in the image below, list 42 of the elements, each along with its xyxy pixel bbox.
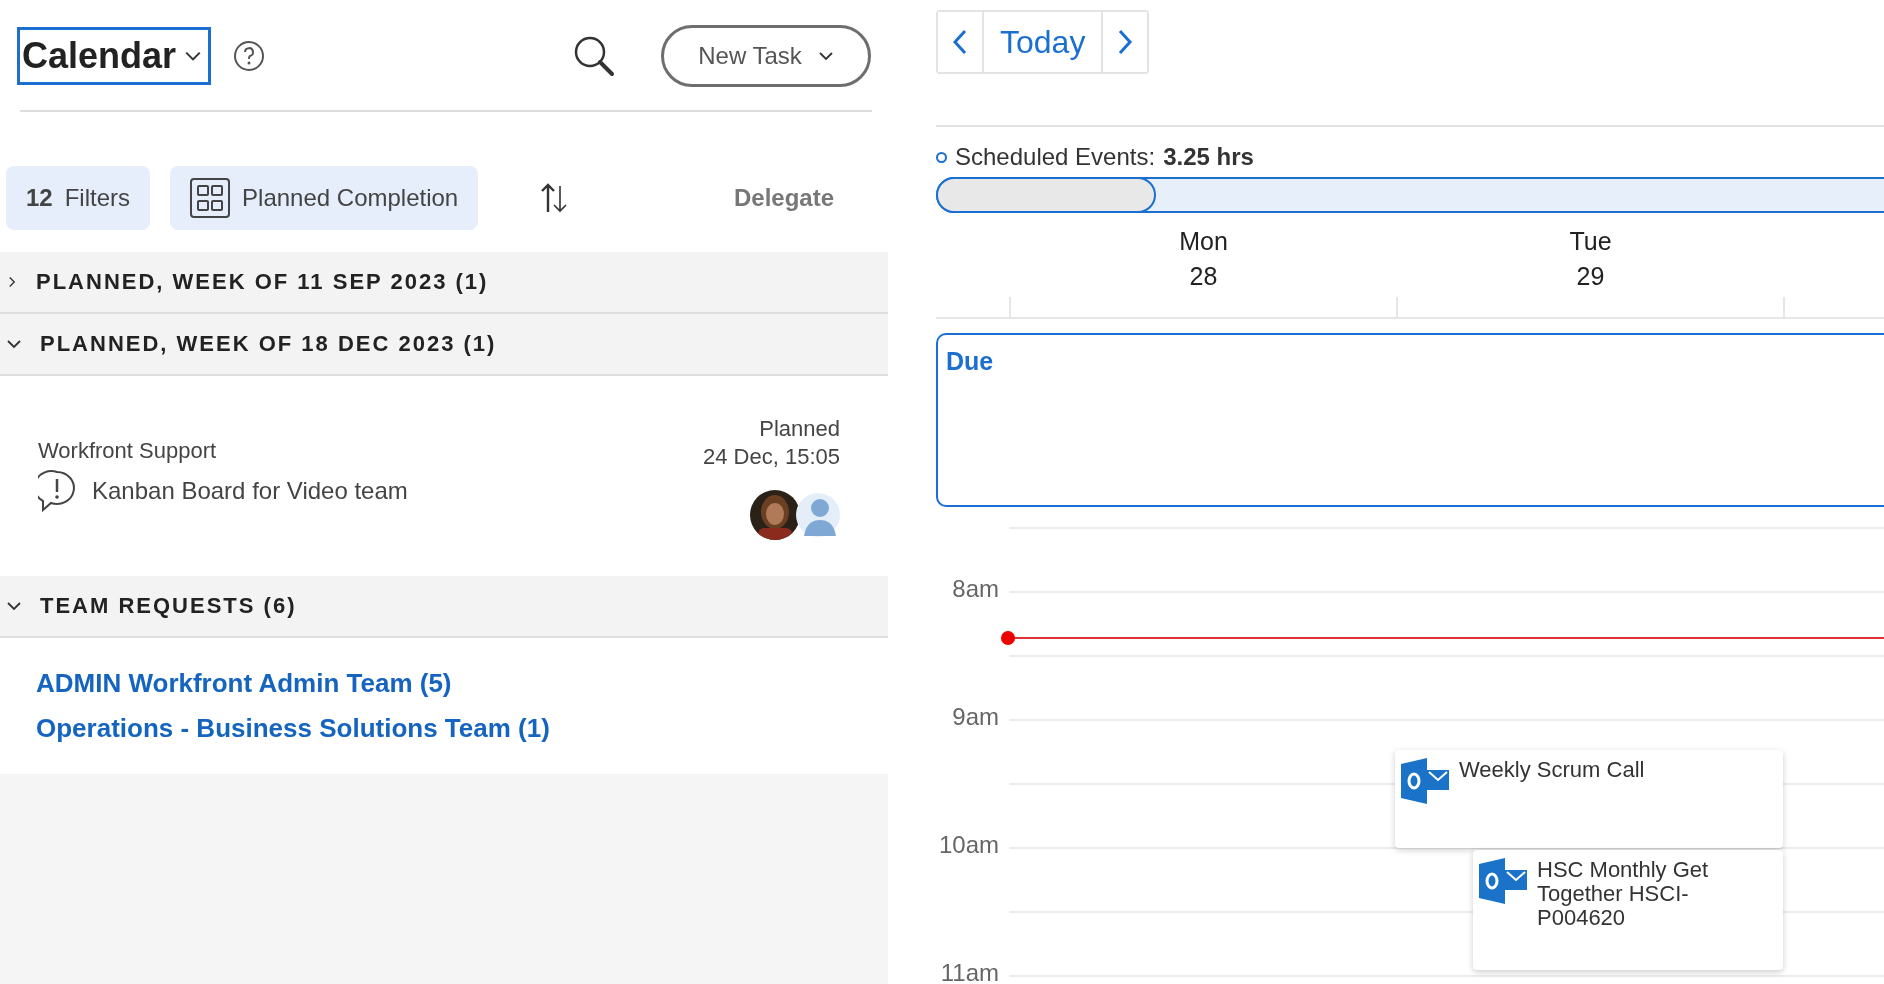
team-link[interactable]: Operations - Business Solutions Team (1): [36, 713, 550, 744]
speech-bubble-alert-icon: [38, 470, 76, 512]
event-card[interactable]: Weekly Scrum Call: [1395, 750, 1783, 848]
new-task-button[interactable]: New Task: [661, 24, 871, 87]
task-name[interactable]: Kanban Board for Video team: [92, 477, 408, 505]
legend-dot-icon: [936, 151, 947, 163]
event-title: Weekly Scrum Call: [1459, 758, 1645, 782]
event-title: HSC Monthly Get Together HSCI-P004620: [1537, 858, 1710, 930]
delegate-button[interactable]: Delegate: [727, 183, 840, 213]
project-name: Workfront Support: [38, 438, 218, 464]
current-time-dot: [1001, 631, 1015, 645]
next-button[interactable]: [1101, 12, 1148, 72]
day-date: 29: [1576, 262, 1605, 291]
sort-icon[interactable]: [540, 182, 569, 214]
filters-button[interactable]: 12 Filters: [6, 166, 151, 230]
help-icon[interactable]: [233, 39, 266, 72]
hour-label: 8am: [951, 575, 1000, 603]
hour-label: 11am: [939, 959, 1000, 984]
grouping-button[interactable]: Planned Completion: [170, 166, 479, 230]
team-link[interactable]: ADMIN Workfront Admin Team (5): [36, 668, 452, 699]
group-header[interactable]: PLANNED, WEEK OF 18 DEC 2023 (1): [0, 314, 888, 376]
due-label: Due: [946, 347, 994, 375]
view-dropdown[interactable]: Calendar: [17, 26, 212, 85]
scheduled-label: Scheduled Events:: [955, 143, 1156, 171]
mail-app-icon: [1479, 858, 1529, 904]
chevron-left-icon: [952, 29, 968, 55]
search-icon[interactable]: [573, 34, 615, 77]
person-icon: [796, 490, 840, 540]
day-name: Mon: [1179, 227, 1228, 256]
scheduled-hours: 3.25 hrs: [1163, 143, 1254, 171]
group-header[interactable]: PLANNED, WEEK OF 11 SEP 2023 (1): [0, 252, 888, 314]
mail-app-icon: [1401, 758, 1451, 804]
day-date: 28: [1189, 262, 1218, 291]
day-name: Tue: [1569, 227, 1612, 256]
chevron-right-icon: [1117, 29, 1134, 55]
group-header[interactable]: TEAM REQUESTS (6): [0, 576, 888, 638]
event-card[interactable]: HSC Monthly Get Together HSCI-P004620: [1473, 850, 1783, 970]
hour-label: 10am: [937, 831, 1000, 859]
planned-date: 24 Dec, 15:05: [703, 444, 840, 470]
grid-icon: [190, 178, 231, 218]
task-status: Planned: [759, 416, 840, 442]
hour-label: 9am: [951, 703, 1000, 731]
